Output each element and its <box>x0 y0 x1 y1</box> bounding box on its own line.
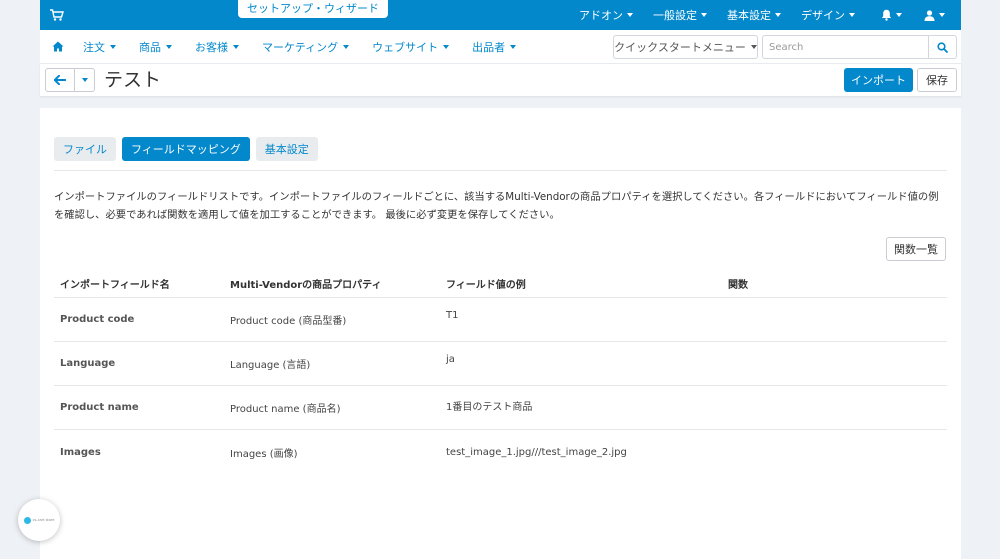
row-field-name: Language <box>60 358 116 369</box>
title-bar: テスト インポート 保存 <box>40 64 961 96</box>
functions-list-button[interactable]: 関数一覧 <box>886 237 946 261</box>
row-property-select[interactable]: Language (言語) <box>224 356 440 371</box>
top-menu: アドオン 一般設定 基本設定 デザイン <box>559 0 945 30</box>
row-example-value: 1番目のテスト商品 <box>446 402 533 413</box>
chevron-down-icon <box>166 45 172 49</box>
row-field-name: Product code <box>60 314 135 325</box>
row-property-select[interactable]: Images (画像) <box>224 445 440 460</box>
table-row: Product code Product code (商品型番) T1 <box>54 298 947 342</box>
top-menu-basic-settings[interactable]: 基本設定 <box>727 7 781 23</box>
chevron-down-icon <box>939 13 945 17</box>
top-menu-general-settings-label: 一般設定 <box>653 9 697 22</box>
row-field-name: Images <box>60 446 101 458</box>
main-nav: 注文 商品 お客様 マーケティング ウェブサイト 出品者 クイックスタートメニュ… <box>40 30 961 64</box>
nav-marketing[interactable]: マーケティング <box>262 39 350 55</box>
header-product-property: Multi-Vendorの商品プロパティ <box>230 280 382 291</box>
nav-vendors[interactable]: 出品者 <box>472 39 517 55</box>
import-button[interactable]: インポート <box>844 68 913 92</box>
top-menu-general-settings[interactable]: 一般設定 <box>653 7 707 23</box>
save-button[interactable]: 保存 <box>917 68 957 92</box>
row-example-value: T1 <box>446 310 459 321</box>
bell-icon <box>881 9 892 21</box>
page-title: テスト <box>104 69 162 91</box>
top-menu-addons[interactable]: アドオン <box>579 7 633 23</box>
row-example-value: ja <box>446 354 455 365</box>
table-row: Images Images (画像) test_image_1.jpg///te… <box>54 430 947 474</box>
row-property-select[interactable]: Product code (商品型番) <box>224 312 440 327</box>
badge-logo: cs-cart store <box>23 516 55 524</box>
nav-orders-label: 注文 <box>83 41 105 54</box>
search-icon <box>937 41 948 53</box>
top-bar: セットアップ・ウィザード アドオン 一般設定 基本設定 デザイン <box>40 0 961 30</box>
search-input[interactable] <box>763 36 928 58</box>
home-icon[interactable] <box>52 41 64 52</box>
header-import-field: インポートフィールド名 <box>60 280 170 291</box>
table-header: インポートフィールド名 Multi-Vendorの商品プロパティ フィールド値の… <box>54 270 947 298</box>
table-row: Language Language (言語) ja <box>54 342 947 386</box>
chevron-down-icon <box>701 13 707 17</box>
nav-vendors-label: 出品者 <box>472 41 506 54</box>
notifications-menu[interactable] <box>881 9 902 21</box>
nav-website[interactable]: ウェブサイト <box>372 39 450 55</box>
chevron-down-icon <box>110 45 116 49</box>
chevron-down-icon <box>849 13 855 17</box>
tab-field-mapping[interactable]: フィールドマッピング <box>122 137 250 161</box>
quickstart-menu-button[interactable]: クイックスタートメニュー <box>613 35 758 59</box>
setup-wizard-button[interactable]: セットアップ・ウィザード <box>238 0 388 18</box>
field-mapping-table: インポートフィールド名 Multi-Vendorの商品プロパティ フィールド値の… <box>54 270 947 474</box>
back-button-group <box>45 68 95 92</box>
header-field-example: フィールド値の例 <box>446 280 526 291</box>
chevron-down-icon <box>750 45 757 49</box>
tabs-divider <box>54 170 947 171</box>
tab-file[interactable]: ファイル <box>54 137 116 161</box>
badge-text: cs-cart store <box>32 518 55 522</box>
floating-help-badge[interactable]: cs-cart store <box>18 499 60 541</box>
top-menu-design-label: デザイン <box>801 9 845 22</box>
chevron-down-icon <box>81 78 88 82</box>
logo-icon <box>23 516 31 524</box>
nav-website-label: ウェブサイト <box>372 41 439 54</box>
chevron-down-icon <box>443 45 450 49</box>
top-menu-design[interactable]: デザイン <box>801 7 855 23</box>
chevron-down-icon <box>510 45 517 49</box>
top-menu-basic-settings-label: 基本設定 <box>727 9 771 22</box>
description-text: インポートファイルのフィールドリストです。インポートファイルのフィールドごとに、… <box>54 191 939 221</box>
nav-customers[interactable]: お客様 <box>195 39 239 55</box>
back-button[interactable] <box>46 69 75 91</box>
nav-orders[interactable]: 注文 <box>83 39 116 55</box>
nav-products[interactable]: 商品 <box>139 39 172 55</box>
arrow-left-icon <box>54 75 66 85</box>
chevron-down-icon <box>343 45 350 49</box>
search-button[interactable] <box>928 36 956 58</box>
nav-products-label: 商品 <box>139 41 161 54</box>
chevron-down-icon <box>775 13 781 17</box>
user-menu[interactable] <box>924 9 945 21</box>
tab-basic-settings[interactable]: 基本設定 <box>255 137 318 161</box>
tabs: ファイル フィールドマッピング 基本設定 <box>54 137 324 161</box>
chevron-down-icon <box>896 13 902 17</box>
nav-customers-label: お客様 <box>195 41 228 54</box>
row-field-name: Product name <box>60 402 139 413</box>
nav-marketing-label: マーケティング <box>262 41 339 54</box>
header-functions: 関数 <box>728 280 748 291</box>
chevron-down-icon <box>627 13 633 17</box>
row-example-value: test_image_1.jpg///test_image_2.jpg <box>446 446 627 458</box>
back-dropdown-toggle[interactable] <box>75 69 94 91</box>
quickstart-menu-label: クイックスタートメニュー <box>614 41 746 54</box>
row-property-select[interactable]: Product name (商品名) <box>224 400 440 415</box>
user-icon <box>924 9 935 21</box>
cart-icon[interactable] <box>50 9 64 21</box>
content-panel: ファイル フィールドマッピング 基本設定 インポートファイルのフィールドリストで… <box>40 108 961 559</box>
top-menu-addons-label: アドオン <box>579 9 623 22</box>
search-box <box>762 35 957 59</box>
chevron-down-icon <box>233 45 239 49</box>
table-row: Product name Product name (商品名) 1番目のテスト商… <box>54 386 947 430</box>
